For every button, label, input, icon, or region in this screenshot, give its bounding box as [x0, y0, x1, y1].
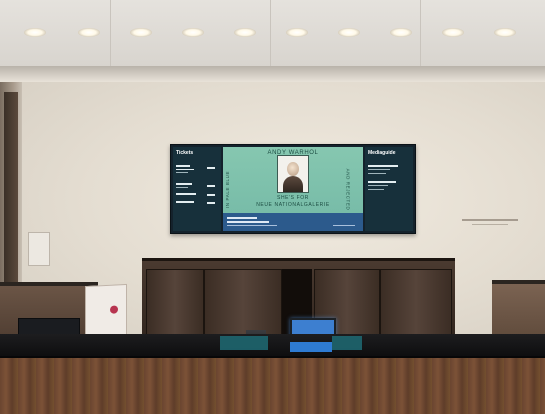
ceiling-light [130, 28, 152, 37]
mediaguide-panel: Mediaguide [365, 147, 413, 231]
ceiling-light [182, 28, 204, 37]
front-desk-top [0, 334, 545, 358]
ceiling-light [78, 28, 100, 37]
portrait-body [283, 176, 303, 192]
ceiling-light [442, 28, 464, 37]
front-desk-panel [0, 358, 545, 414]
museum-lobby-photo: Tickets ANDY WARHOL IN PALE BLUE AND REJ… [0, 0, 545, 414]
desk-display [220, 336, 268, 350]
banner-bottom-text-2: NEUE NATIONALGALERIE [256, 202, 330, 208]
banner-bottom-text-1: SHE'S FOR [277, 195, 309, 201]
cabinet-door [380, 269, 452, 343]
screen-info-strip [223, 213, 363, 231]
cabinet-door [204, 269, 282, 343]
tickets-title: Tickets [176, 150, 194, 156]
ceiling-light [390, 28, 412, 37]
mediaguide-title: Mediaguide [368, 150, 396, 156]
ceiling-cove [0, 66, 545, 82]
cabinet-door [146, 269, 204, 343]
exhibition-banner: ANDY WARHOL IN PALE BLUE AND REJECTED SH… [223, 147, 363, 231]
ceiling-light [494, 28, 516, 37]
desk-display [332, 336, 362, 350]
tickets-panel: Tickets [173, 147, 221, 231]
ceiling-panel [420, 0, 545, 72]
wall-switch-plate [28, 232, 50, 266]
warhol-portrait [277, 155, 309, 193]
left-door-frame [4, 92, 18, 282]
info-screen: Tickets ANDY WARHOL IN PALE BLUE AND REJ… [170, 144, 416, 234]
ceiling-light [234, 28, 256, 37]
ceiling-light [24, 28, 46, 37]
wall-lettering [458, 218, 522, 228]
portrait-face [287, 162, 299, 176]
ceiling [0, 0, 545, 72]
ceiling-light [338, 28, 360, 37]
brochure-logo [110, 305, 118, 314]
ceiling-light [286, 28, 308, 37]
desk-display-blue [290, 342, 332, 352]
